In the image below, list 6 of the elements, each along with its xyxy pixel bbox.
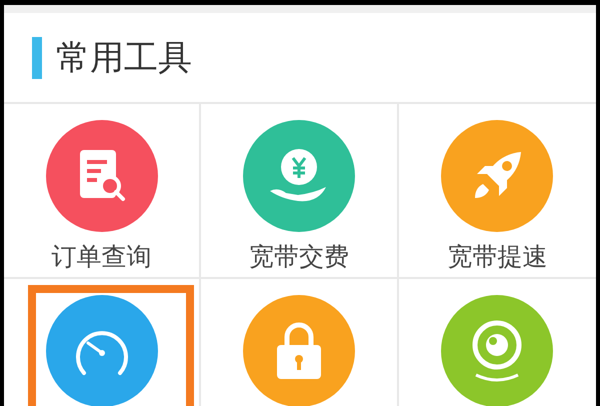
- document-search-icon: [78, 148, 126, 204]
- accent-bar: [32, 36, 42, 78]
- tool-label: 宽带交费: [248, 244, 349, 269]
- tool-label: 宽带提速: [447, 244, 548, 269]
- section-title: 常用工具: [56, 40, 192, 74]
- tool-label: 订单查询: [52, 244, 152, 269]
